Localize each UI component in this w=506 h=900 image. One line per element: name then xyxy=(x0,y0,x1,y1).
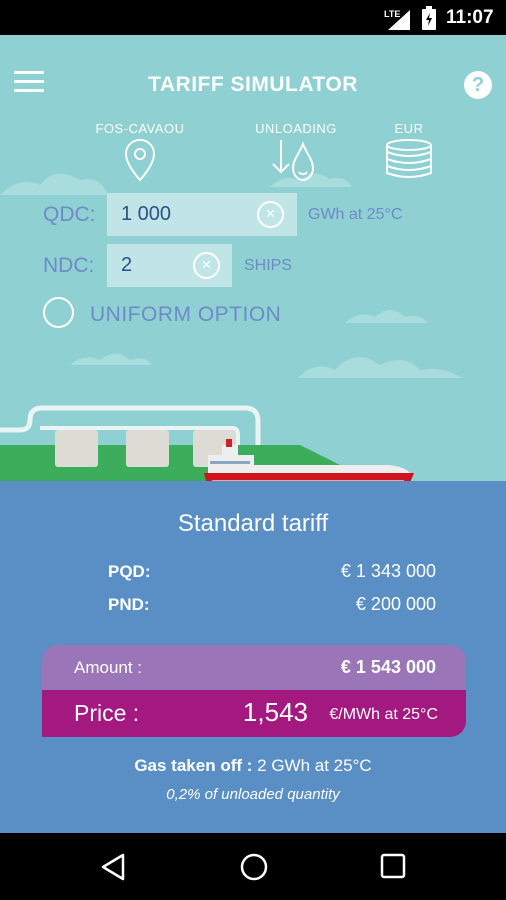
gas-taken-off-value: 2 GWh at 25°C xyxy=(257,756,372,775)
currency-label: EUR xyxy=(394,121,424,136)
battery-icon xyxy=(422,6,436,30)
ndc-input[interactable] xyxy=(121,244,191,287)
recent-apps-icon[interactable] xyxy=(380,853,406,879)
help-icon[interactable]: ? xyxy=(464,71,492,99)
price-value: 1,543 xyxy=(242,697,308,727)
coins-icon xyxy=(386,139,432,178)
operation-selector[interactable]: UNLOADING xyxy=(246,121,346,182)
price-label: Price : xyxy=(74,700,140,726)
terminal-label: FOS-CAVAOU xyxy=(95,121,185,136)
price-unit: €/MWh at 25°C xyxy=(329,706,438,723)
price-row: Price : 1,543 €/MWh at 25°C xyxy=(42,690,466,737)
amount-value: € 1 543 000 xyxy=(340,657,436,677)
ndc-clear-icon[interactable]: × xyxy=(193,252,220,279)
unloading-icon xyxy=(272,140,315,182)
qdc-label: QDC: xyxy=(43,203,96,226)
network-type: LTE xyxy=(384,9,401,19)
location-pin-icon xyxy=(124,138,156,182)
qdc-field[interactable]: × xyxy=(107,193,297,236)
navigation-bar xyxy=(0,833,506,900)
ndc-label: NDC: xyxy=(43,254,95,277)
qdc-input[interactable] xyxy=(121,193,261,236)
uniform-option-radio[interactable] xyxy=(43,297,74,328)
ndc-unit: SHIPS xyxy=(244,257,293,274)
gas-taken-off-label: Gas taken off : xyxy=(134,756,253,775)
app-screen: TARIFF SIMULATOR ? FOS-CAVAOU UNLOADING … xyxy=(0,35,506,833)
pqd-label: PQD: xyxy=(108,562,151,581)
home-icon[interactable] xyxy=(239,852,269,882)
qdc-unit: GWh at 25°C xyxy=(308,206,403,223)
pnd-label: PND: xyxy=(108,595,150,614)
pnd-value: € 200 000 xyxy=(355,594,436,614)
status-bar: LTE 11:07 xyxy=(0,0,506,35)
qdc-clear-icon[interactable]: × xyxy=(257,201,284,228)
currency-selector[interactable]: EUR xyxy=(376,121,442,182)
pqd-value: € 1 343 000 xyxy=(340,561,436,581)
unloaded-percentage: 0,2% of unloaded quantity xyxy=(166,786,340,803)
operation-label: UNLOADING xyxy=(255,121,337,136)
terminal-selector[interactable]: FOS-CAVAOU xyxy=(88,121,192,182)
tariff-title: Standard tariff xyxy=(177,510,329,537)
ndc-field[interactable]: × xyxy=(107,244,232,287)
amount-label: Amount : xyxy=(74,658,143,677)
page-title: TARIFF SIMULATOR xyxy=(148,73,358,96)
back-icon[interactable] xyxy=(100,853,126,881)
amount-row: Amount : € 1 543 000 xyxy=(42,645,466,690)
uniform-option-label[interactable]: UNIFORM OPTION xyxy=(90,303,281,327)
app-header: TARIFF SIMULATOR ? xyxy=(0,35,506,135)
gas-taken-off: Gas taken off : 2 GWh at 25°C xyxy=(0,756,506,776)
clock: 11:07 xyxy=(446,7,494,28)
